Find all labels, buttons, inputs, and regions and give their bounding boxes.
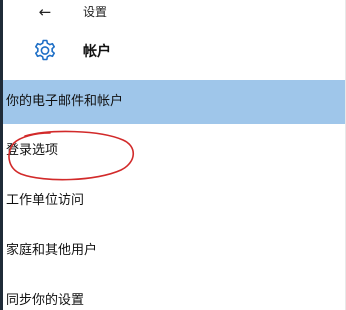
window-title: 设置	[83, 5, 108, 19]
nav-item-sign-in-options[interactable]: 登录选项	[3, 124, 345, 174]
nav-item-email-and-accounts[interactable]: 你的电子邮件和帐户	[3, 80, 345, 124]
nav-item-label: 工作单位访问	[6, 193, 85, 208]
nav-item-label: 你的电子邮件和帐户	[6, 94, 124, 109]
page-title: 帐户	[83, 44, 111, 60]
nav-item-label: 家庭和其他用户	[6, 243, 98, 258]
nav-item-label: 登录选项	[6, 143, 59, 158]
gear-icon	[35, 39, 55, 61]
page-header: 帐户	[3, 34, 345, 70]
title-bar: ← 设置	[3, 0, 345, 28]
nav-item-sync-settings[interactable]: 同步你的设置	[3, 274, 345, 310]
nav-item-label: 同步你的设置	[6, 293, 85, 308]
nav-item-family-other-users[interactable]: 家庭和其他用户	[3, 224, 345, 274]
back-arrow-icon[interactable]: ←	[39, 3, 52, 21]
back-button[interactable]: ←	[33, 1, 57, 25]
settings-nav: 你的电子邮件和帐户 登录选项 工作单位访问 家庭和其他用户 同步你的设置	[3, 80, 345, 310]
nav-item-work-access[interactable]: 工作单位访问	[3, 174, 345, 224]
settings-window: ← 设置 帐户 你的电子邮件和帐户 登录选项 工作单位访问 家庭和其他用户 同步…	[0, 0, 346, 310]
